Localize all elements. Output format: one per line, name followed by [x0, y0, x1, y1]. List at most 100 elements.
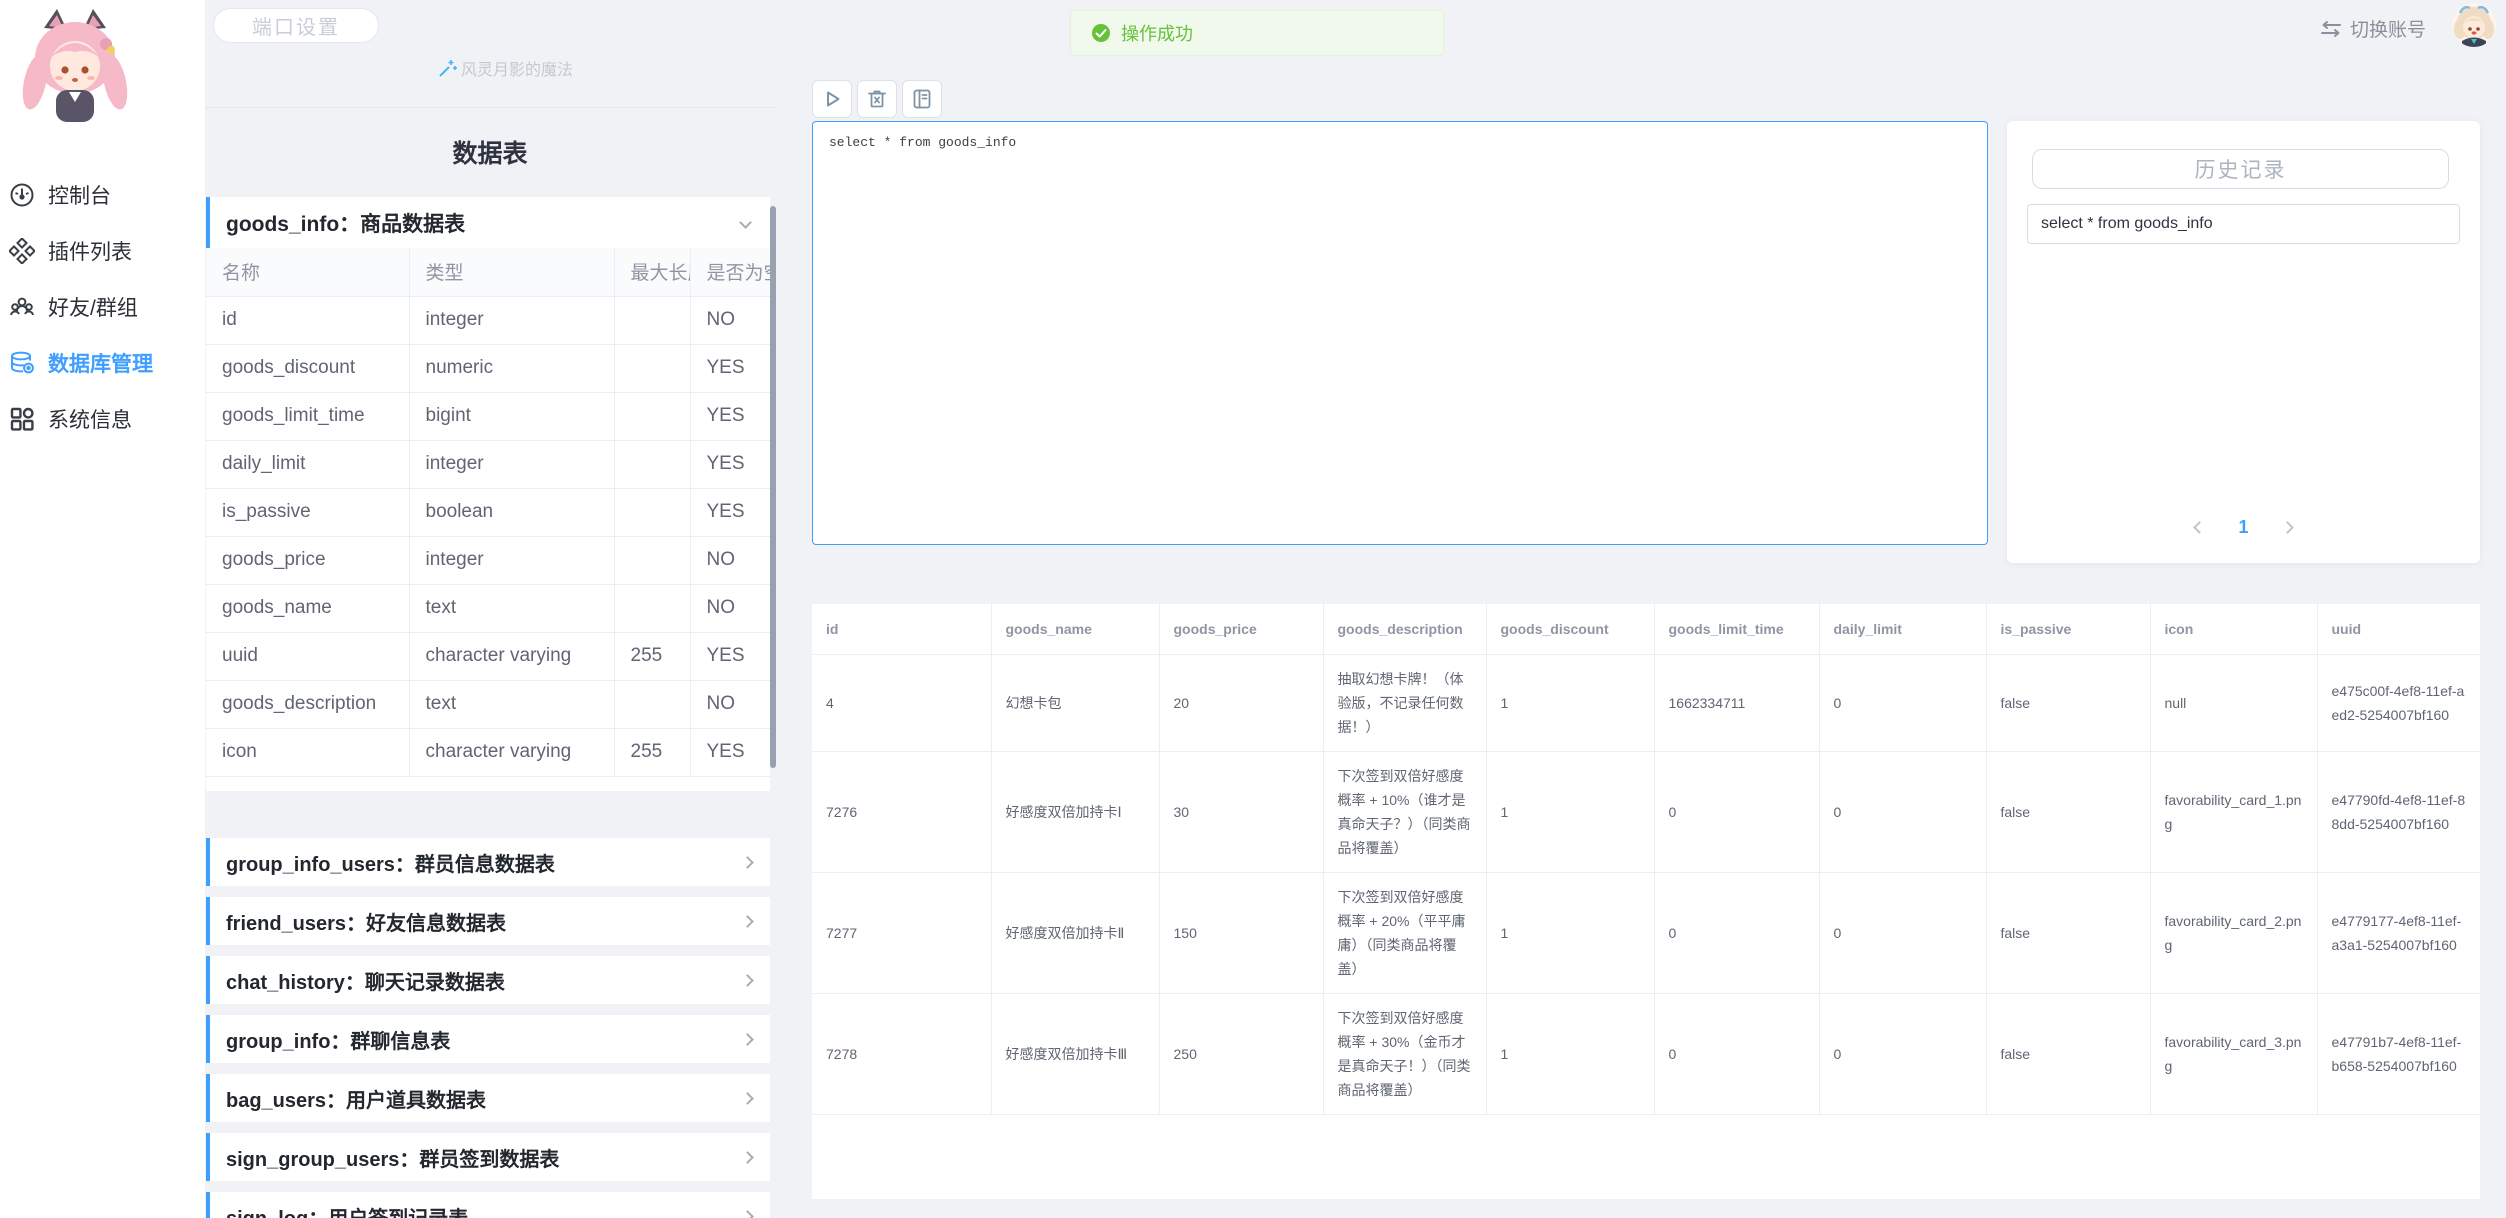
- clear-sql-button[interactable]: [857, 80, 897, 118]
- user-avatar[interactable]: [2452, 3, 2496, 47]
- sidebar-item-plugins[interactable]: 插件列表: [0, 223, 205, 279]
- collapsed-table-title: sign_log：用户签到记录表: [226, 1202, 468, 1218]
- chevron-right-icon: [741, 974, 754, 987]
- collapsed-table-item[interactable]: chat_history：聊天记录数据表: [206, 956, 770, 1004]
- cell-icon: favorability_card_1.png: [2150, 752, 2317, 873]
- cell-id: 7276: [812, 752, 991, 873]
- page-number[interactable]: 1: [2238, 517, 2248, 538]
- sidebar-item-label: 插件列表: [48, 236, 132, 266]
- switch-account-button[interactable]: 切换账号: [2320, 15, 2426, 42]
- results-column-header: is_passive: [1986, 604, 2150, 655]
- schema-cell-maxlen: 255: [614, 728, 690, 776]
- schema-row: daily_limit integer YES: [206, 440, 770, 488]
- schema-cell-nullable: NO: [690, 296, 770, 344]
- schema-row: goods_price integer NO: [206, 536, 770, 584]
- sidebar-item-friends-groups[interactable]: 好友/群组: [0, 279, 205, 335]
- sidebar-item-system-info[interactable]: 系统信息: [0, 391, 205, 447]
- cell-daily-limit: 0: [1819, 994, 1986, 1115]
- sidebar-item-console[interactable]: 控制台: [0, 167, 205, 223]
- schema-cell-maxlen: [614, 584, 690, 632]
- scrollbar-thumb[interactable]: [770, 206, 776, 768]
- collapsed-table-title: group_info_users：群员信息数据表: [226, 848, 555, 877]
- collapsed-table-item[interactable]: sign_group_users：群员签到数据表: [206, 1133, 770, 1181]
- collapsed-table-title: sign_group_users：群员签到数据表: [226, 1143, 559, 1172]
- cell-is-passive: false: [1986, 752, 2150, 873]
- cell-goods-name: 幻想卡包: [991, 655, 1159, 752]
- schema-cell-type: integer: [409, 296, 614, 344]
- cell-is-passive: false: [1986, 873, 2150, 994]
- query-results-card: idgoods_namegoods_pricegoods_description…: [812, 604, 2480, 1199]
- schema-row: goods_limit_time bigint YES: [206, 392, 770, 440]
- table-card-goods-info: goods_info：商品数据表 名称类型最大长度是否为空 id integer…: [206, 197, 770, 791]
- schema-cell-name: is_passive: [206, 488, 409, 536]
- friends-icon: [9, 294, 35, 320]
- log-button[interactable]: [902, 80, 942, 118]
- schema-row: id integer NO: [206, 296, 770, 344]
- chevron-right-icon: [741, 1151, 754, 1164]
- cell-goods-description: 下次签到双倍好感度概率 + 20%（平平庸庸）（同类商品将覆盖）: [1323, 873, 1486, 994]
- schema-cell-maxlen: [614, 536, 690, 584]
- cell-uuid: e47790fd-4ef8-11ef-88dd-5254007bf160: [2317, 752, 2480, 873]
- cell-uuid: e47791b7-4ef8-11ef-b658-5254007bf160: [2317, 994, 2480, 1115]
- schema-table: 名称类型最大长度是否为空 id integer NO goods_discoun…: [206, 248, 770, 777]
- collapsed-table-item[interactable]: sign_log：用户签到记录表: [206, 1192, 770, 1218]
- prev-page-icon[interactable]: [2194, 521, 2207, 534]
- sidebar-item-label: 数据库管理: [48, 348, 153, 378]
- collapsed-table-item[interactable]: friend_users：好友信息数据表: [206, 897, 770, 945]
- cell-goods-description: 抽取幻想卡牌！（体验版，不记录任何数据！）: [1323, 655, 1486, 752]
- collapsed-table-title: chat_history：聊天记录数据表: [226, 966, 505, 995]
- swap-arrows-icon: [2320, 20, 2342, 38]
- cell-goods-price: 250: [1159, 994, 1323, 1115]
- schema-cell-type: character varying: [409, 728, 614, 776]
- sidebar: 控制台 插件列表 好友/群组: [0, 0, 205, 1218]
- results-row: 7276 好感度双倍加持卡Ⅰ 30 下次签到双倍好感度概率 + 10%（谁才是真…: [812, 752, 2480, 873]
- switch-account-label: 切换账号: [2350, 15, 2426, 42]
- cell-goods-description: 下次签到双倍好感度概率 + 30%（金币才是真命天子！）（同类商品将覆盖）: [1323, 994, 1486, 1115]
- collapsed-table-item[interactable]: bag_users：用户道具数据表: [206, 1074, 770, 1122]
- schema-cell-type: character varying: [409, 632, 614, 680]
- schema-cell-name: daily_limit: [206, 440, 409, 488]
- next-page-icon[interactable]: [2281, 521, 2294, 534]
- collapsed-table-item[interactable]: group_info：群聊信息表: [206, 1015, 770, 1063]
- history-pagination: 1: [2007, 517, 2480, 538]
- results-header-row: idgoods_namegoods_pricegoods_description…: [812, 604, 2480, 655]
- schema-cell-maxlen: [614, 488, 690, 536]
- collapsed-table-title: bag_users：用户道具数据表: [226, 1084, 486, 1113]
- cell-goods-discount: 1: [1486, 994, 1654, 1115]
- run-query-button[interactable]: [812, 80, 852, 118]
- schema-cell-type: integer: [409, 440, 614, 488]
- schema-cell-nullable: YES: [690, 440, 770, 488]
- goods-info-title: goods_info：商品数据表: [226, 208, 465, 238]
- schema-cell-nullable: NO: [690, 680, 770, 728]
- chevron-right-icon: [741, 915, 754, 928]
- cell-goods-limit-time: 0: [1654, 994, 1819, 1115]
- schema-cell-nullable: YES: [690, 728, 770, 776]
- cell-goods-limit-time: 1662334711: [1654, 655, 1819, 752]
- history-item[interactable]: select * from goods_info: [2027, 204, 2460, 244]
- cell-goods-discount: 1: [1486, 873, 1654, 994]
- system-grid-icon: [9, 406, 35, 432]
- chevron-right-icon: [741, 1210, 754, 1218]
- bot-avatar: [14, 6, 136, 128]
- schema-cell-type: text: [409, 584, 614, 632]
- goods-info-collapse-header[interactable]: goods_info：商品数据表: [206, 197, 770, 248]
- schema-row: is_passive boolean YES: [206, 488, 770, 536]
- query-results-table: idgoods_namegoods_pricegoods_description…: [812, 604, 2480, 1115]
- cell-daily-limit: 0: [1819, 655, 1986, 752]
- cell-daily-limit: 0: [1819, 752, 1986, 873]
- schema-cell-name: goods_price: [206, 536, 409, 584]
- collapsed-table-title: friend_users：好友信息数据表: [226, 907, 506, 936]
- cell-id: 7277: [812, 873, 991, 994]
- collapsed-table-item[interactable]: group_info_users：群员信息数据表: [206, 838, 770, 886]
- tables-panel-title: 数据表: [205, 134, 775, 170]
- watermark-text: 风灵月影的魔法: [461, 56, 573, 80]
- sidebar-item-label: 控制台: [48, 180, 111, 210]
- schema-column-header: 最大长度: [614, 248, 690, 296]
- port-settings-button[interactable]: 端口设置: [213, 8, 379, 43]
- results-column-header: icon: [2150, 604, 2317, 655]
- schema-cell-type: text: [409, 680, 614, 728]
- sidebar-item-database[interactable]: 数据库管理: [0, 335, 205, 391]
- sql-editor[interactable]: select * from goods_info: [812, 121, 1988, 545]
- cell-uuid: e4779177-4ef8-11ef-a3a1-5254007bf160: [2317, 873, 2480, 994]
- schema-cell-name: id: [206, 296, 409, 344]
